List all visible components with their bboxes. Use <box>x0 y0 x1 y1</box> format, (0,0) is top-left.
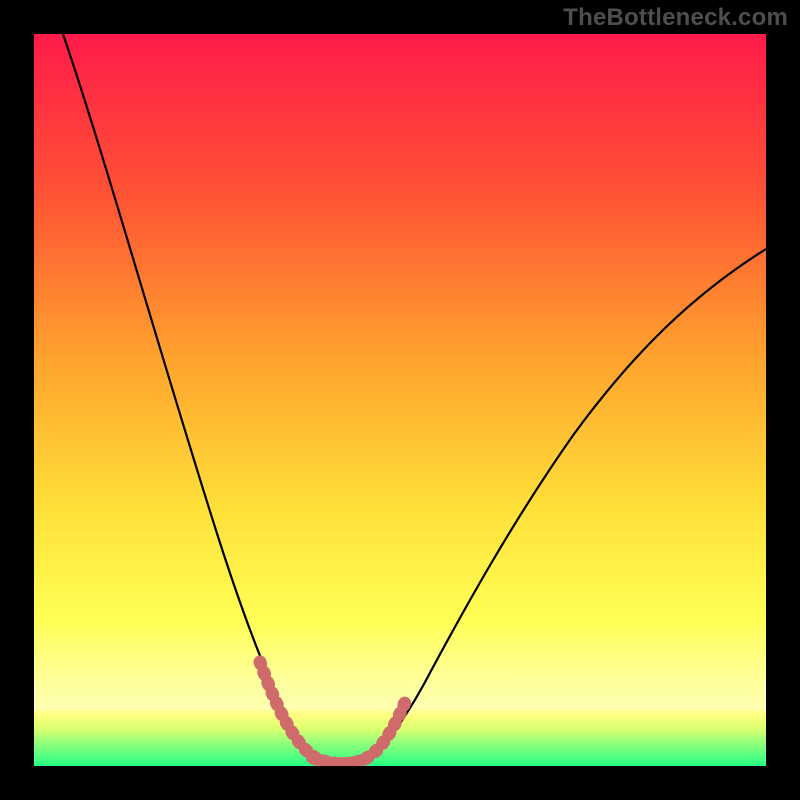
gradient-background <box>34 34 766 766</box>
chart-frame: TheBottleneck.com <box>0 0 800 800</box>
watermark-text: TheBottleneck.com <box>563 4 788 32</box>
plot-area <box>34 34 766 766</box>
highlight-segment-solid <box>312 758 368 763</box>
chart-svg <box>34 34 766 766</box>
